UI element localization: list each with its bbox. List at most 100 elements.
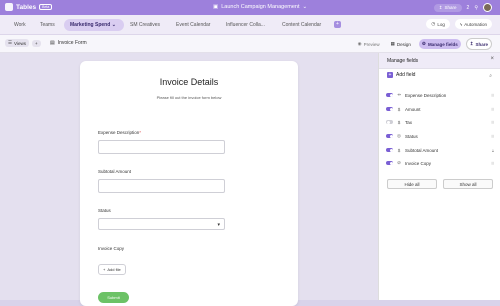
hide-all-button[interactable]: Hide all (387, 179, 437, 189)
avatar[interactable] (483, 3, 492, 12)
preview-button[interactable]: ◉ Preview (355, 39, 383, 49)
add-field-button[interactable]: + Add field (387, 72, 415, 78)
app-logo[interactable]: Tables Beta (5, 3, 53, 11)
field-row[interactable]: $ Tax ⠿ (386, 117, 494, 127)
add-tab-button[interactable]: + (334, 21, 341, 28)
dollar-icon: $ (397, 106, 401, 112)
preview-label: Preview (363, 41, 380, 47)
top-share-label: Share (444, 5, 457, 10)
drag-handle-icon[interactable]: ⠿ (491, 107, 494, 112)
add-view-button[interactable]: + (31, 39, 41, 47)
field-row[interactable]: $ Amount ⠿ (386, 104, 494, 114)
views-label: Views (14, 40, 26, 46)
user-icon[interactable]: ⚲ (474, 5, 478, 11)
field-row[interactable]: ⊘ Invoice Copy ⠿ (386, 158, 494, 168)
chevron-down-icon: ⌄ (111, 22, 116, 28)
search-icon[interactable]: ⌕ (489, 73, 492, 79)
design-button[interactable]: ▦ Design (388, 39, 414, 49)
tab-content-calendar[interactable]: Content Calendar (276, 19, 327, 31)
manage-fields-label: Manage fields (427, 41, 458, 47)
beta-badge: Beta (39, 4, 53, 10)
form-title: Invoice Details (159, 77, 219, 87)
settings-icon: ⚙ (421, 41, 426, 46)
automation-button[interactable]: ϟ Automation (454, 19, 492, 29)
panel-title: Manage fields (387, 58, 419, 64)
field-toggle[interactable] (386, 148, 393, 152)
field-row[interactable]: ⇸ Expense Description ⠿ (386, 90, 494, 100)
plus-icon: + (103, 267, 106, 272)
tab-label: Marketing Spend (70, 22, 111, 28)
manage-fields-panel: Manage fields × + Add field ⌕ ⇸ Expense … (378, 53, 500, 300)
view-name[interactable]: ▤ Invoice Form (50, 40, 87, 46)
design-label: Design (396, 41, 411, 47)
attachment-icon: ⊘ (397, 160, 401, 165)
lock-icon: 🔒︎ (491, 147, 494, 153)
tab-influencer[interactable]: Influencer Colla... (220, 19, 271, 31)
field-name: Tax (405, 119, 413, 125)
tab-marketing-spend[interactable]: Marketing Spend ⌄ (64, 19, 124, 31)
drag-handle-icon[interactable]: ⠿ (491, 134, 494, 139)
form-subtitle: Please fill out the invoice form below (156, 95, 222, 100)
expense-label-text: Expense Description (98, 130, 140, 135)
required-marker: * (139, 130, 142, 135)
text-icon: ⇸ (397, 92, 401, 97)
field-name: Subtotal Amount (405, 147, 439, 153)
field-row[interactable]: ◎ Status ⠿ (386, 131, 494, 141)
close-icon[interactable]: × (490, 56, 494, 62)
status-label: Status (98, 208, 111, 213)
field-toggle[interactable] (386, 93, 393, 97)
subtotal-input[interactable] (98, 179, 225, 193)
drag-handle-icon[interactable]: ⠿ (491, 120, 494, 125)
status-select[interactable]: ▾ (98, 218, 225, 230)
subtotal-label: Subtotal Amount (98, 169, 132, 174)
palette-icon: ▦ (390, 41, 395, 46)
tab-work[interactable]: Work (8, 19, 32, 31)
field-row[interactable]: $ Subtotal Amount 🔒︎ (386, 145, 494, 155)
view-name-text: Invoice Form (57, 40, 87, 46)
automation-label: Automation (464, 21, 487, 27)
field-toggle[interactable] (386, 161, 393, 165)
chevron-down-icon: ⌄ (302, 4, 308, 10)
drag-handle-icon[interactable]: ⠿ (491, 161, 494, 166)
dollar-icon: $ (397, 147, 401, 153)
calendar-icon: ▣ (213, 4, 219, 10)
expense-input[interactable] (98, 140, 225, 154)
tab-sm-creatives[interactable]: SM Creatives (124, 19, 166, 31)
form-card: Invoice Details Please fill out the invo… (80, 61, 298, 306)
tab-teams[interactable]: Teams (34, 19, 61, 31)
field-name: Amount (405, 106, 421, 112)
tables-logo-icon (5, 3, 13, 11)
add-file-label: Add file (107, 267, 121, 272)
field-name: Invoice Copy (405, 160, 432, 166)
form-icon: ▤ (50, 40, 55, 46)
app-title[interactable]: ▣ Launch Campaign Management ⌄ (213, 4, 307, 10)
share-count: 2 (466, 4, 470, 11)
log-button[interactable]: ◷ Log (426, 19, 450, 29)
share-icon: ↥ (438, 4, 443, 10)
share-button[interactable]: ↥ Share (465, 38, 492, 50)
status-icon: ◎ (397, 133, 401, 138)
views-button[interactable]: ☰ Views (5, 39, 29, 47)
app-title-text: Launch Campaign Management (221, 4, 300, 10)
field-toggle[interactable] (386, 107, 393, 111)
field-toggle[interactable] (386, 134, 393, 138)
add-file-button[interactable]: + Add file (98, 264, 126, 275)
show-all-button[interactable]: Show all (443, 179, 493, 189)
invoice-copy-label: Invoice Copy (98, 246, 125, 251)
submit-button[interactable]: Submit (98, 292, 129, 303)
tab-event-calendar[interactable]: Event Calendar (170, 19, 216, 31)
expense-label: Expense Description* (98, 130, 141, 135)
top-share-button[interactable]: ↥ Share (433, 3, 462, 12)
bolt-icon: ϟ (459, 21, 463, 27)
drag-handle-icon[interactable]: ⠿ (491, 93, 494, 98)
field-toggle[interactable] (386, 120, 393, 124)
top-bar: Tables Beta ▣ Launch Campaign Management… (0, 0, 500, 15)
add-field-icon: + (387, 72, 393, 78)
clock-icon: ◷ (431, 21, 436, 26)
eye-icon: ◉ (357, 41, 362, 46)
add-field-label: Add field (396, 72, 416, 78)
field-name: Status (405, 133, 418, 139)
log-label: Log (437, 21, 445, 27)
manage-fields-button[interactable]: ⚙ Manage fields (418, 39, 461, 49)
tabs-bar: Work Teams Marketing Spend ⌄ SM Creative… (0, 15, 500, 35)
